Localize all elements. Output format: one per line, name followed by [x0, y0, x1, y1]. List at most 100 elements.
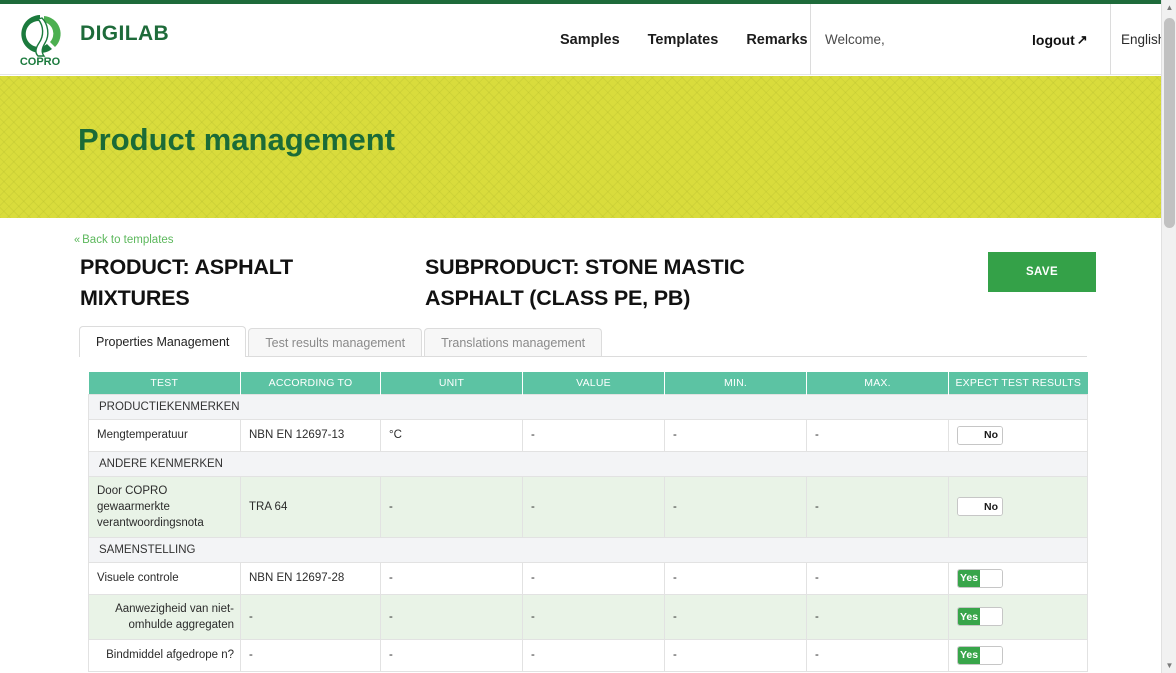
- table-group-row: ANDERE KENMERKEN: [88, 450, 1088, 477]
- cell-min: -: [664, 475, 807, 538]
- cell-max: -: [806, 475, 949, 538]
- cell-test: Visuele controle: [88, 561, 241, 595]
- expect-test-results-toggle[interactable]: Yes: [957, 645, 1003, 665]
- cell-unit: -: [380, 638, 523, 672]
- group-label: SAMENSTELLING: [88, 536, 1088, 563]
- cell-unit: -: [380, 475, 523, 538]
- table-row: Door COPRO gewaarmerkte verantwoordingsn…: [88, 475, 1088, 538]
- tab-properties-management[interactable]: Properties Management: [79, 326, 247, 357]
- cell-test: Door COPRO gewaarmerkte verantwoordingsn…: [88, 475, 241, 538]
- cell-max: -: [806, 593, 949, 640]
- nav-item-templates[interactable]: Templates: [648, 32, 719, 48]
- back-link-label: Back to templates: [82, 234, 174, 246]
- column-header-min: MIN.: [664, 372, 807, 394]
- cell-expect-test-results: No: [948, 475, 1088, 538]
- language-label: English: [1121, 32, 1166, 47]
- cell-value: -: [522, 561, 665, 595]
- subproduct-title: SUBPRODUCT: STONE MASTIC ASPHALT (CLASS …: [425, 255, 745, 310]
- tab-translations-management[interactable]: Translations management: [424, 328, 603, 356]
- page-scrollbar[interactable]: ▲ ▼: [1161, 0, 1176, 673]
- cell-value: -: [522, 638, 665, 672]
- cell-value: -: [522, 593, 665, 640]
- expect-test-results-toggle[interactable]: No: [957, 425, 1003, 445]
- column-header-value: VALUE: [522, 372, 665, 394]
- group-label: ANDERE KENMERKEN: [88, 450, 1088, 477]
- logo-caption: COPRO: [20, 56, 61, 68]
- main-navigation: Samples Templates Remarks: [560, 4, 808, 75]
- cell-expect-test-results: Yes: [948, 561, 1088, 595]
- scroll-up-arrow-icon[interactable]: ▲: [1162, 0, 1176, 15]
- toggle-knob: [980, 608, 1002, 625]
- scrollbar-thumb[interactable]: [1164, 18, 1175, 228]
- expect-test-results-toggle[interactable]: Yes: [957, 568, 1003, 588]
- cell-min: -: [664, 418, 807, 452]
- tab-test-results-management[interactable]: Test results management: [248, 328, 423, 356]
- nav-item-remarks[interactable]: Remarks: [746, 32, 807, 48]
- table-body: PRODUCTIEKENMERKEN Mengtemperatuur NBN EN …: [88, 393, 1088, 672]
- expect-test-results-toggle[interactable]: No: [957, 497, 1003, 516]
- cell-unit: -: [380, 593, 523, 640]
- toggle-label: Yes: [958, 646, 980, 664]
- cell-according-to: NBN EN 12697-28: [240, 561, 381, 595]
- external-link-icon: ↗: [1076, 31, 1088, 47]
- column-header-test: TEST: [88, 372, 241, 394]
- toggle-label: Yes: [958, 608, 980, 625]
- column-header-according-to: ACCORDING TO: [240, 372, 381, 394]
- cell-according-to: -: [240, 593, 381, 640]
- page-root: COPRO DIGILAB Samples Templates Remarks …: [0, 0, 1176, 673]
- cell-max: -: [806, 418, 949, 452]
- cell-expect-test-results: Yes: [948, 593, 1088, 640]
- app-brand-name: DIGILAB: [80, 22, 170, 45]
- double-chevron-left-icon: «: [74, 234, 81, 246]
- toggle-knob: [958, 498, 980, 515]
- cell-min: -: [664, 593, 807, 640]
- page-title: Product management: [78, 122, 395, 157]
- save-button[interactable]: SAVE: [988, 252, 1096, 292]
- header-divider-right: [1110, 4, 1111, 75]
- cell-max: -: [806, 638, 949, 672]
- page-banner: Product management: [0, 76, 1176, 218]
- header-divider-left: [810, 4, 811, 75]
- scroll-down-arrow-icon[interactable]: ▼: [1162, 658, 1176, 673]
- cell-value: -: [522, 418, 665, 452]
- group-label: PRODUCTIEKENMERKEN: [88, 393, 1088, 420]
- site-header: COPRO DIGILAB Samples Templates Remarks …: [0, 4, 1176, 75]
- cell-unit: °C: [380, 418, 523, 452]
- cell-according-to: TRA 64: [240, 475, 381, 538]
- cell-min: -: [664, 561, 807, 595]
- tab-bar: Properties Management Test results manag…: [79, 326, 1087, 357]
- cell-unit: -: [380, 561, 523, 595]
- cell-according-to: NBN EN 12697-13: [240, 418, 381, 452]
- nav-item-samples[interactable]: Samples: [560, 32, 620, 48]
- table-row: Visuele controle NBN EN 12697-28- - - - Yes: [88, 561, 1088, 595]
- cell-expect-test-results: Yes: [948, 638, 1088, 672]
- column-header-max: MAX.: [806, 372, 949, 394]
- toggle-label: Yes: [958, 569, 980, 587]
- toggle-knob: [958, 426, 980, 444]
- welcome-text: Welcome,: [825, 32, 885, 47]
- cell-min: -: [664, 638, 807, 672]
- product-title: PRODUCT: ASPHALT MIXTURES: [80, 255, 293, 310]
- copro-logo-icon: COPRO: [14, 10, 66, 70]
- cell-max: -: [806, 561, 949, 595]
- table-header-row: TEST ACCORDING TO UNIT VALUE MIN. MAX. E…: [88, 372, 1088, 394]
- brand-logo-group[interactable]: COPRO DIGILAB: [14, 10, 169, 70]
- table-group-row: SAMENSTELLING: [88, 536, 1088, 563]
- cell-value: -: [522, 475, 665, 538]
- table-header: TEST ACCORDING TO UNIT VALUE MIN. MAX. E…: [88, 372, 1088, 394]
- toggle-knob: [980, 646, 1002, 664]
- table-row: Aanwezigheid van niet-omhulde aggregaten…: [88, 593, 1088, 640]
- table-row: Bindmiddel afgedrope n? - - - - - Yes: [88, 638, 1088, 672]
- cell-test: Aanwezigheid van niet-omhulde aggregaten: [88, 593, 241, 640]
- expect-test-results-toggle[interactable]: Yes: [957, 607, 1003, 626]
- logout-button[interactable]: logout ↗: [1032, 4, 1088, 75]
- cell-test: Mengtemperatuur: [88, 418, 241, 452]
- cell-expect-test-results: No: [948, 418, 1088, 452]
- back-to-templates-link[interactable]: « Back to templates: [74, 234, 174, 246]
- logout-label: logout: [1032, 31, 1075, 48]
- cell-according-to: -: [240, 638, 381, 672]
- column-header-expect-test-results: EXPECT TEST RESULTS: [948, 372, 1088, 394]
- table-row: Mengtemperatuur NBN EN 12697-13 °C - - - No: [88, 418, 1088, 452]
- toggle-label: No: [980, 426, 1002, 444]
- properties-table: TEST ACCORDING TO UNIT VALUE MIN. MAX. E…: [88, 372, 1088, 672]
